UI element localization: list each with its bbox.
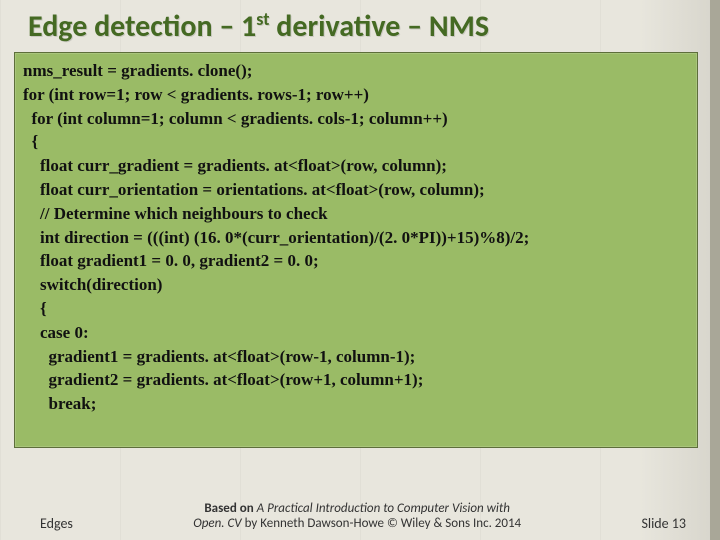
code-line: float curr_gradient = gradients. at<floa… [23,154,689,178]
footer: Edges Based on A Practical Introduction … [0,501,710,532]
code-line: // Determine which neighbours to check [23,202,689,226]
code-line: gradient1 = gradients. at<float>(row-1, … [23,345,689,369]
footer-booktitle-1: A Practical Introduction to Computer Vis… [257,501,510,516]
code-line: { [23,297,689,321]
code-line: nms_result = gradients. clone(); [23,59,689,83]
footer-basedon: Based on [204,501,253,516]
footer-slide-number: Slide 13 [641,515,686,532]
footer-center: Based on A Practical Introduction to Com… [73,501,642,532]
footer-copyright: by Kenneth Dawson-Howe © Wiley & Sons In… [245,516,522,531]
code-line: gradient2 = gradients. at<float>(row+1, … [23,368,689,392]
code-line: int direction = (((int) (16. 0*(curr_ori… [23,226,689,250]
footer-left: Edges [40,515,73,532]
slide-title: Edge detection – 1st derivative – NMS [28,8,489,45]
code-line: break; [23,392,689,416]
code-box: nms_result = gradients. clone(); for (in… [14,52,698,448]
code-line: for (int row=1; row < gradients. rows-1;… [23,83,689,107]
code-line: case 0: [23,321,689,345]
code-line: float gradient1 = 0. 0, gradient2 = 0. 0… [23,249,689,273]
slide: Edge detection – 1st derivative – NMS nm… [0,0,720,540]
code-line: { [23,130,689,154]
code-line: switch(direction) [23,273,689,297]
code-line: for (int column=1; column < gradients. c… [23,107,689,131]
code-line: float curr_orientation = orientations. a… [23,178,689,202]
footer-booktitle-2: Open. CV [193,516,241,531]
